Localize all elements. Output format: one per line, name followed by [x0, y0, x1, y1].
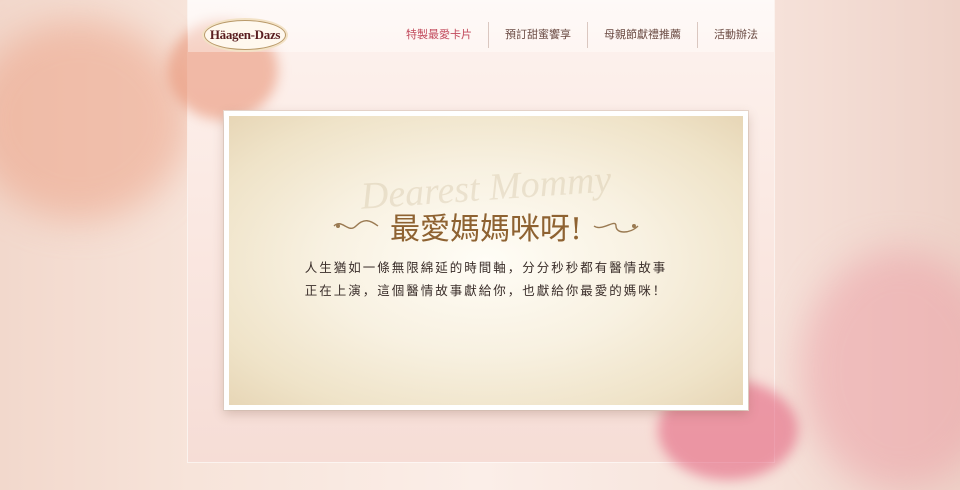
card-title-row: 最愛媽媽咪呀! [229, 204, 743, 248]
nav-item-order[interactable]: 預訂甜蜜饗享 [488, 22, 587, 48]
right-flourish-icon [593, 222, 639, 233]
card-message: 人生猶如一條無限綿延的時間軸，分分秒秒都有醫情故事 正在上演，這個醫情故事獻給你… [229, 256, 743, 302]
left-flourish-icon [333, 220, 379, 229]
logo-text: Häagen-Dazs [209, 27, 281, 42]
nav-menu: 特製最愛卡片 預訂甜蜜饗享 母親節獻禮推薦 活動辦法 [390, 22, 774, 48]
greeting-card: Dearest Mommy 最愛媽媽咪呀! 人生猶如一條無限綿延的時間軸，分分秒… [224, 111, 748, 410]
nav-item-rules[interactable]: 活動辦法 [697, 22, 774, 48]
nav-item-card[interactable]: 特製最愛卡片 [390, 22, 488, 48]
nav-item-gift[interactable]: 母親節獻禮推薦 [587, 22, 697, 48]
background-flower-left [0, 20, 190, 220]
card-title: 最愛媽媽咪呀! [389, 212, 583, 247]
brand-logo[interactable]: Häagen-Dazs [204, 20, 286, 50]
page-panel: Häagen-Dazs 特製最愛卡片 預訂甜蜜饗享 母親節獻禮推薦 活動辦法 D… [168, 0, 798, 480]
top-nav: Häagen-Dazs 特製最愛卡片 預訂甜蜜饗享 母親節獻禮推薦 活動辦法 [188, 0, 774, 52]
card-message-line: 正在上演，這個醫情故事獻給你，也獻給你最愛的媽咪！ [304, 283, 668, 298]
background-flower-right [800, 250, 960, 490]
card-message-line: 人生猶如一條無限綿延的時間軸，分分秒秒都有醫情故事 [304, 260, 668, 275]
